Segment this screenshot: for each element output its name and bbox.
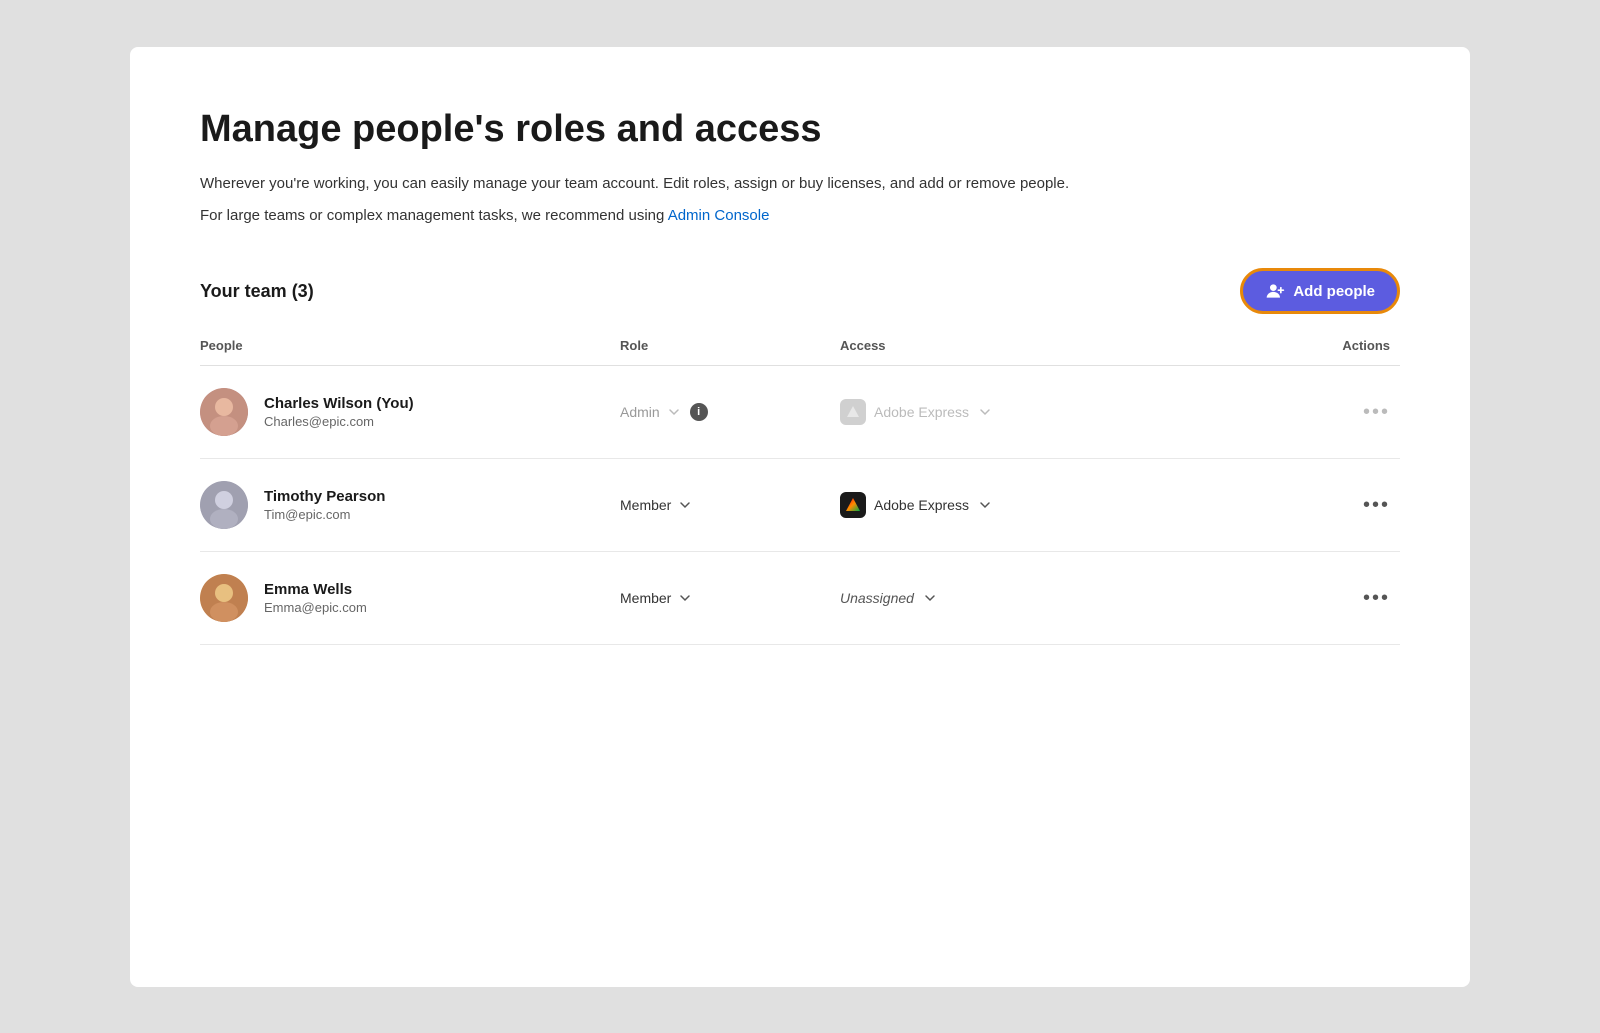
person-email-emma: Emma@epic.com: [264, 600, 367, 615]
access-text-charles: Adobe Express: [874, 404, 969, 420]
description-line1: Wherever you're working, you can easily …: [200, 172, 1400, 196]
access-cell-timothy: Adobe Express: [840, 492, 1160, 518]
access-chevron-charles[interactable]: [977, 404, 993, 420]
person-info-timothy: Timothy Pearson Tim@epic.com: [264, 488, 385, 522]
add-person-icon: [1265, 281, 1285, 301]
access-chevron-emma[interactable]: [922, 590, 938, 606]
adobe-express-icon-charles: [840, 399, 866, 425]
actions-cell-charles: •••: [1160, 402, 1400, 422]
access-text-timothy: Adobe Express: [874, 497, 969, 513]
role-chevron-timothy[interactable]: [677, 497, 693, 513]
description-line2-text: For large teams or complex management ta…: [200, 207, 668, 224]
col-header-actions: Actions: [1160, 338, 1400, 353]
role-cell-timothy: Member: [620, 497, 840, 513]
avatar-emma: [200, 574, 248, 622]
table-row: Charles Wilson (You) Charles@epic.com Ad…: [200, 366, 1400, 459]
avatar-timothy: [200, 481, 248, 529]
col-header-access: Access: [840, 338, 1160, 353]
main-card: Manage people's roles and access Whereve…: [130, 47, 1470, 987]
access-text-emma: Unassigned: [840, 590, 914, 606]
person-cell-charles: Charles Wilson (You) Charles@epic.com: [200, 388, 620, 436]
page-title: Manage people's roles and access: [200, 107, 1400, 153]
role-text-charles: Admin: [620, 404, 660, 420]
team-header: Your team (3) Add people: [200, 268, 1400, 314]
admin-console-link[interactable]: Admin Console: [668, 207, 770, 224]
add-people-button[interactable]: Add people: [1240, 268, 1400, 314]
actions-dots-emma[interactable]: •••: [1363, 588, 1390, 608]
actions-cell-emma: •••: [1160, 588, 1400, 608]
person-cell-emma: Emma Wells Emma@epic.com: [200, 574, 620, 622]
role-chevron-emma[interactable]: [677, 590, 693, 606]
access-chevron-timothy[interactable]: [977, 497, 993, 513]
person-email-timothy: Tim@epic.com: [264, 507, 385, 522]
team-title: Your team (3): [200, 281, 314, 302]
access-cell-charles: Adobe Express: [840, 399, 1160, 425]
role-cell-emma: Member: [620, 590, 840, 606]
role-text-timothy: Member: [620, 497, 671, 513]
actions-dots-charles[interactable]: •••: [1363, 402, 1390, 422]
person-name-timothy: Timothy Pearson: [264, 488, 385, 505]
role-cell-charles: Admin i: [620, 403, 840, 421]
access-cell-emma: Unassigned: [840, 590, 1160, 606]
person-cell-timothy: Timothy Pearson Tim@epic.com: [200, 481, 620, 529]
actions-cell-timothy: •••: [1160, 495, 1400, 515]
person-info-charles: Charles Wilson (You) Charles@epic.com: [264, 395, 414, 429]
role-text-emma: Member: [620, 590, 671, 606]
role-chevron-charles[interactable]: [666, 404, 682, 420]
person-info-emma: Emma Wells Emma@epic.com: [264, 581, 367, 615]
person-name-charles: Charles Wilson (You): [264, 395, 414, 412]
table-row: Timothy Pearson Tim@epic.com Member: [200, 459, 1400, 552]
adobe-express-icon-timothy: [840, 492, 866, 518]
table-header: People Role Access Actions: [200, 338, 1400, 366]
table-row: Emma Wells Emma@epic.com Member Unassign…: [200, 552, 1400, 645]
add-people-label: Add people: [1293, 283, 1375, 300]
description-line2: For large teams or complex management ta…: [200, 204, 1400, 228]
avatar-charles: [200, 388, 248, 436]
actions-dots-timothy[interactable]: •••: [1363, 495, 1390, 515]
col-header-role: Role: [620, 338, 840, 353]
role-info-icon-charles[interactable]: i: [690, 403, 708, 421]
person-name-emma: Emma Wells: [264, 581, 367, 598]
person-email-charles: Charles@epic.com: [264, 414, 414, 429]
col-header-people: People: [200, 338, 620, 353]
